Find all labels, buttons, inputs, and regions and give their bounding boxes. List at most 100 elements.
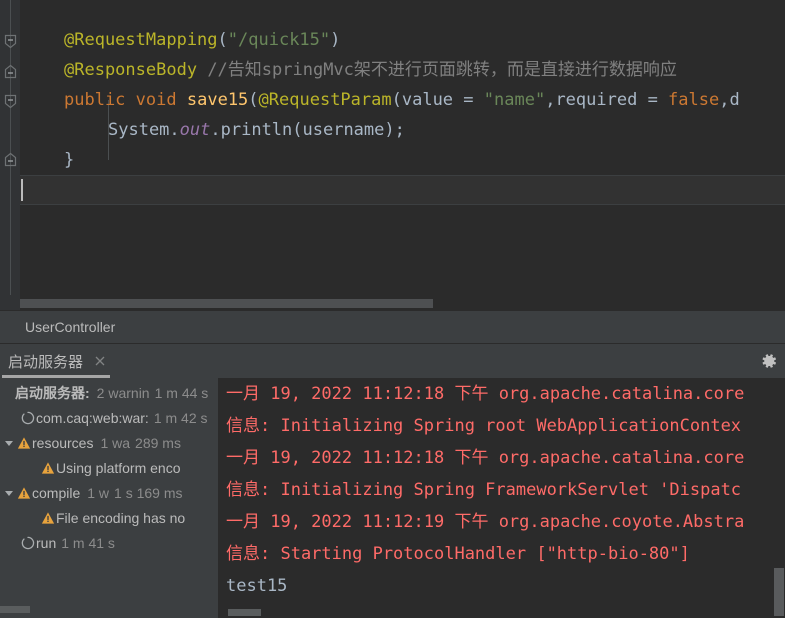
code-line: @ResponseBody //告知springMvc架不进行页面跳转，而是直接… — [64, 55, 677, 85]
fold-region-start-icon[interactable] — [4, 34, 17, 49]
code-token: = — [453, 90, 484, 110]
code-token: void — [135, 90, 177, 110]
spinner-icon — [19, 530, 36, 555]
code-token: "name" — [483, 90, 546, 110]
build-tree-row-warning-count: 1 w — [87, 484, 110, 501]
build-tree-row-duration: 1 m 41 s — [61, 534, 115, 551]
gear-icon[interactable] — [760, 352, 778, 370]
console-line: 一月 19, 2022 11:12:19 下午 org.apache.coyot… — [226, 512, 745, 532]
build-tree-row-label: run — [36, 534, 57, 551]
tab-run-server[interactable]: 启动服务器 — [4, 344, 108, 378]
build-tree-row-label: File encoding has no — [56, 509, 186, 526]
console-horizontal-scrollbar-thumb[interactable] — [228, 609, 261, 616]
build-tree-panel[interactable]: 启动服务器: 2 warnin 1 m 44 s com.caq:web:war: 1 … — [0, 378, 218, 618]
code-token: ,d — [719, 90, 740, 110]
build-tree-row-label: com.caq:web:war: — [36, 409, 149, 426]
build-tree-row[interactable]: Using platform enco — [0, 455, 218, 480]
close-icon[interactable] — [92, 353, 108, 369]
build-tree-row-duration: 289 ms — [135, 434, 181, 451]
code-line: @RequestMapping("/quick15") — [64, 25, 340, 55]
console-vertical-scrollbar-thumb[interactable] — [774, 568, 784, 616]
build-tree-row-duration: 1 s 169 ms — [114, 484, 183, 501]
build-tree-row[interactable]: File encoding has no — [0, 505, 218, 530]
warning-icon — [15, 430, 32, 455]
build-tree-row-label: compile — [32, 484, 81, 501]
warning-icon — [15, 480, 32, 505]
code-line: public void save15(@RequestParam(value =… — [64, 85, 740, 115]
console-line: 一月 19, 2022 11:12:18 下午 org.apache.catal… — [226, 384, 745, 404]
warning-icon — [39, 455, 56, 480]
code-token: "/quick15" — [227, 30, 331, 50]
current-line-highlight — [20, 175, 785, 205]
build-tree-row-duration: 1 m 44 s — [154, 384, 209, 401]
breadcrumb[interactable]: UserController — [25, 311, 115, 344]
text-caret — [21, 179, 23, 201]
fold-region-end-icon[interactable] — [4, 152, 17, 167]
console-line: 信息: Starting ProtocolHandler ["http-bio-… — [226, 544, 690, 564]
code-token: out — [179, 120, 211, 140]
code-token: public — [64, 90, 126, 110]
build-tree-row[interactable]: com.caq:web:war: 1 m 42 s — [0, 405, 218, 430]
build-tree-row[interactable]: run 1 m 41 s — [0, 530, 218, 555]
ide-window: @RequestMapping("/quick15") @ResponseBody… — [0, 0, 785, 618]
code-token: required — [555, 90, 638, 110]
code-token: . — [169, 120, 180, 140]
breadcrumb-bar: UserController — [0, 310, 785, 343]
build-tree-row[interactable]: resources 1 wa 289 ms — [0, 430, 218, 455]
code-token: ( — [248, 90, 259, 110]
chevron-down-icon[interactable] — [2, 430, 15, 455]
console-line: 信息: Initializing Spring root WebApplicat… — [226, 416, 742, 436]
tool-window-header: 启动服务器 — [0, 344, 785, 378]
console-output[interactable]: 一月 19, 2022 11:12:18 下午 org.apache.catal… — [218, 378, 785, 618]
code-token: ( — [217, 30, 228, 50]
code-text-area[interactable]: @RequestMapping("/quick15") @ResponseBody… — [20, 0, 785, 295]
fold-region-start-icon[interactable] — [4, 94, 17, 109]
console-line: 信息: Initializing Spring FrameworkServlet… — [226, 480, 742, 500]
build-tree-horizontal-scrollbar-thumb[interactable] — [0, 606, 30, 613]
code-line: System.out.println(username); — [108, 115, 405, 145]
tab-run-server-label: 启动服务器 — [8, 353, 84, 371]
code-editor[interactable]: @RequestMapping("/quick15") @ResponseBody… — [0, 0, 785, 310]
code-token: = — [637, 90, 669, 110]
code-token: save15 — [186, 90, 249, 110]
build-tree-row-warning-count: 2 warnin — [96, 384, 150, 401]
code-token: ( — [391, 90, 402, 110]
console-line: test15 — [226, 576, 288, 596]
build-tree-row[interactable]: 启动服务器: 2 warnin 1 m 44 s — [0, 380, 218, 405]
editor-horizontal-scrollbar-thumb[interactable] — [20, 299, 433, 308]
code-token: //告知springMvc架不进行页面跳转，而是直接进行数据响应 — [207, 60, 677, 80]
build-tree-row-label: resources — [32, 434, 94, 451]
code-token: value — [401, 90, 454, 110]
warning-icon — [39, 505, 56, 530]
chevron-down-icon[interactable] — [2, 480, 15, 505]
editor-gutter[interactable] — [0, 0, 20, 310]
console-line: 一月 19, 2022 11:12:18 下午 org.apache.catal… — [226, 448, 745, 468]
code-token: , — [545, 90, 556, 110]
code-token: false — [668, 90, 720, 110]
build-tree-row-duration: 1 m 42 s — [153, 409, 208, 426]
build-tree-row-label: Using platform enco — [56, 459, 181, 476]
code-line: } — [64, 145, 74, 175]
code-token: ) — [330, 30, 341, 50]
code-token: System — [108, 120, 170, 140]
run-tool-window: 启动服务器: 2 warnin 1 m 44 s com.caq:web:war: 1 … — [0, 378, 785, 618]
fold-region-end-icon[interactable] — [4, 64, 17, 79]
spinner-icon — [19, 405, 36, 430]
build-tree-row-warning-count: 1 wa — [100, 434, 131, 451]
code-token: @RequestParam — [258, 90, 392, 110]
build-tree-row[interactable]: compile 1 w1 s 169 ms — [0, 480, 218, 505]
code-token: @RequestMapping — [64, 30, 218, 50]
code-token: .println(username); — [210, 120, 405, 140]
build-tree-row-label: 启动服务器: — [15, 384, 90, 401]
code-token: @ResponseBody — [64, 60, 198, 80]
editor-horizontal-scrollbar[interactable] — [20, 296, 785, 308]
code-token: } — [64, 150, 75, 170]
